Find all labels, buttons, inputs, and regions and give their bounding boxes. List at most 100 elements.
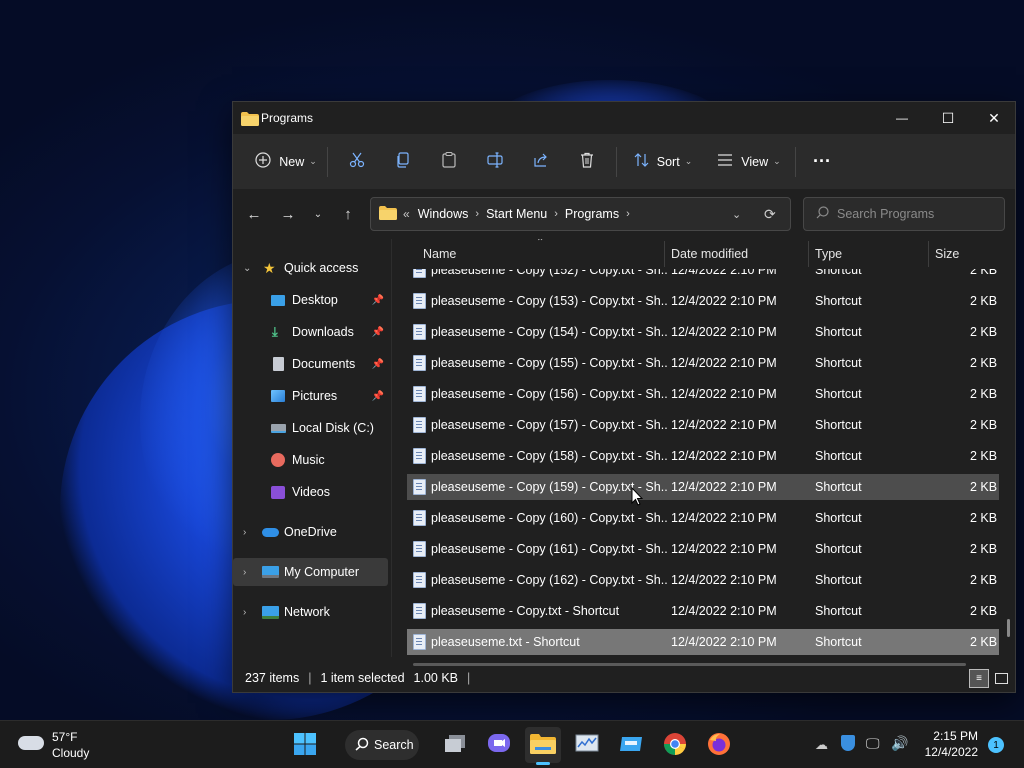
table-row[interactable]: pleaseuseme - Copy (160) - Copy.txt - Sh… (407, 505, 999, 531)
minimize-button[interactable]: — (879, 102, 925, 134)
search-box[interactable]: Search Programs (803, 197, 1005, 231)
column-divider[interactable] (664, 241, 665, 267)
title-bar[interactable]: Programs — ☐ ✕ (233, 102, 1015, 134)
chevron-right-icon[interactable]: › (243, 607, 246, 618)
column-type[interactable]: Type (815, 247, 842, 261)
shortcut-file-icon (413, 634, 426, 650)
new-button[interactable]: New ⌄ (251, 145, 321, 179)
thumbnail-view-button[interactable] (991, 669, 1011, 688)
column-size[interactable]: Size (935, 247, 959, 261)
more-options-button[interactable]: ··· (802, 145, 842, 179)
maximize-button[interactable]: ☐ (925, 102, 971, 134)
table-row[interactable]: pleaseuseme.txt - Shortcut 12/4/2022 2:10… (407, 629, 999, 655)
address-history-icon[interactable]: ⌄ (732, 208, 741, 221)
recent-locations-button[interactable]: ⌄ (301, 197, 335, 231)
table-row[interactable]: pleaseuseme - Copy.txt - Shortcut 12/4/20… (407, 598, 999, 624)
file-explorer-taskbar-button[interactable] (525, 727, 561, 765)
rename-button[interactable] (472, 145, 518, 179)
vertical-scrollbar[interactable] (1007, 619, 1010, 637)
chevron-right-icon[interactable]: › (475, 208, 479, 220)
file-size: 2 KB (970, 418, 998, 432)
nav-network[interactable]: › Network (233, 598, 388, 626)
table-row[interactable]: pleaseuseme - Copy (157) - Copy.txt - Sh… (407, 412, 999, 438)
table-row[interactable]: pleaseuseme - Copy (162) - Copy.txt - Sh… (407, 567, 999, 593)
volume-icon[interactable]: 🔊 (891, 735, 908, 752)
forward-button[interactable]: → (271, 197, 305, 231)
table-row[interactable]: pleaseuseme - Copy (153) - Copy.txt - Sh… (407, 288, 999, 314)
nav-local-disk[interactable]: Local Disk (C:) (233, 414, 388, 442)
address-bar[interactable]: « Windows › Start Menu › Programs › ⌄ ⟳ (370, 197, 791, 231)
pane-splitter[interactable] (391, 239, 392, 657)
delete-button[interactable] (564, 145, 610, 179)
file-size: 2 KB (970, 542, 998, 556)
up-button[interactable]: ↑ (331, 197, 365, 231)
file-size: 2 KB (970, 604, 998, 618)
sort-button[interactable]: Sort ⌄ (623, 145, 703, 179)
copy-button[interactable] (380, 145, 426, 179)
weather-widget[interactable]: 57°F Cloudy (18, 729, 118, 761)
chevron-right-icon[interactable]: › (626, 208, 630, 220)
more-icon: ··· (813, 151, 831, 171)
close-button[interactable]: ✕ (971, 102, 1017, 134)
table-row[interactable]: pleaseuseme - Copy (156) - Copy.txt - Sh… (407, 381, 999, 407)
nav-documents[interactable]: Documents 📌 (233, 350, 388, 378)
chevron-right-icon[interactable]: › (554, 208, 558, 220)
shortcut-file-icon (413, 324, 426, 340)
app-button[interactable] (613, 727, 649, 763)
teams-chat-button[interactable] (481, 727, 517, 763)
pictures-icon (271, 390, 285, 402)
network-status-icon[interactable]: 🖵 (866, 735, 880, 752)
start-button[interactable] (287, 727, 323, 763)
clock-date[interactable]: 12/4/2022 (918, 745, 978, 759)
notification-badge[interactable]: 1 (988, 737, 1004, 753)
task-view-button[interactable] (437, 727, 473, 763)
file-date: 12/4/2022 2:10 PM (671, 449, 777, 463)
chevron-down-icon: ⌄ (773, 156, 781, 166)
chevron-right-icon[interactable]: › (243, 527, 246, 538)
file-list: pleaseuseme - Copy (152) - Copy.txt - Sh… (393, 239, 1015, 667)
taskbar-search-button[interactable]: Search (345, 730, 419, 760)
security-shield-icon[interactable] (841, 735, 855, 751)
nav-quick-access[interactable]: ⌄ ★ Quick access (233, 254, 388, 282)
nav-pictures[interactable]: Pictures 📌 (233, 382, 388, 410)
shortcut-file-icon (413, 417, 426, 433)
table-row[interactable]: pleaseuseme - Copy (161) - Copy.txt - Sh… (407, 536, 999, 562)
overflow-crumb[interactable]: « (403, 207, 410, 221)
shortcut-file-icon (413, 541, 426, 557)
nav-onedrive[interactable]: › OneDrive (233, 518, 388, 546)
view-button[interactable]: View ⌄ (709, 145, 789, 179)
nav-my-computer[interactable]: › My Computer (233, 558, 388, 586)
table-row[interactable]: pleaseuseme - Copy (154) - Copy.txt - Sh… (407, 319, 999, 345)
nav-downloads[interactable]: ⤓ Downloads 📌 (233, 318, 388, 346)
chevron-down-icon[interactable]: ⌄ (243, 263, 251, 274)
nav-desktop[interactable]: Desktop 📌 (233, 286, 388, 314)
onedrive-offline-icon[interactable]: ☁ (815, 737, 828, 753)
column-divider[interactable] (808, 241, 809, 267)
table-row[interactable]: pleaseuseme - Copy (158) - Copy.txt - Sh… (407, 443, 999, 469)
clock-time[interactable]: 2:15 PM (922, 729, 978, 743)
resource-monitor-button[interactable] (569, 727, 605, 763)
firefox-button[interactable] (701, 727, 737, 763)
nav-videos[interactable]: Videos (233, 478, 388, 506)
column-name[interactable]: Name (423, 247, 456, 261)
refresh-icon[interactable]: ⟳ (764, 206, 776, 223)
paste-button[interactable] (426, 145, 472, 179)
crumb-windows[interactable]: Windows (418, 207, 469, 221)
file-date: 12/4/2022 2:10 PM (671, 294, 777, 308)
details-view-button[interactable]: ≡ (969, 669, 989, 688)
file-name: pleaseuseme - Copy (162) - Copy.txt - Sh… (431, 573, 667, 587)
back-button[interactable]: ← (237, 197, 271, 231)
windows-logo-icon (294, 732, 316, 758)
cut-button[interactable] (334, 145, 380, 179)
sort-label: Sort (656, 154, 680, 169)
column-date-modified[interactable]: Date modified (671, 247, 748, 261)
crumb-programs[interactable]: Programs (565, 207, 619, 221)
crumb-start-menu[interactable]: Start Menu (486, 207, 547, 221)
table-row[interactable]: pleaseuseme - Copy (159) - Copy.txt - Sh… (407, 474, 999, 500)
table-row[interactable]: pleaseuseme - Copy (155) - Copy.txt - Sh… (407, 350, 999, 376)
column-divider[interactable] (928, 241, 929, 267)
share-button[interactable] (518, 145, 564, 179)
chrome-button[interactable] (657, 727, 693, 763)
nav-music[interactable]: Music (233, 446, 388, 474)
chevron-right-icon[interactable]: › (243, 567, 246, 578)
